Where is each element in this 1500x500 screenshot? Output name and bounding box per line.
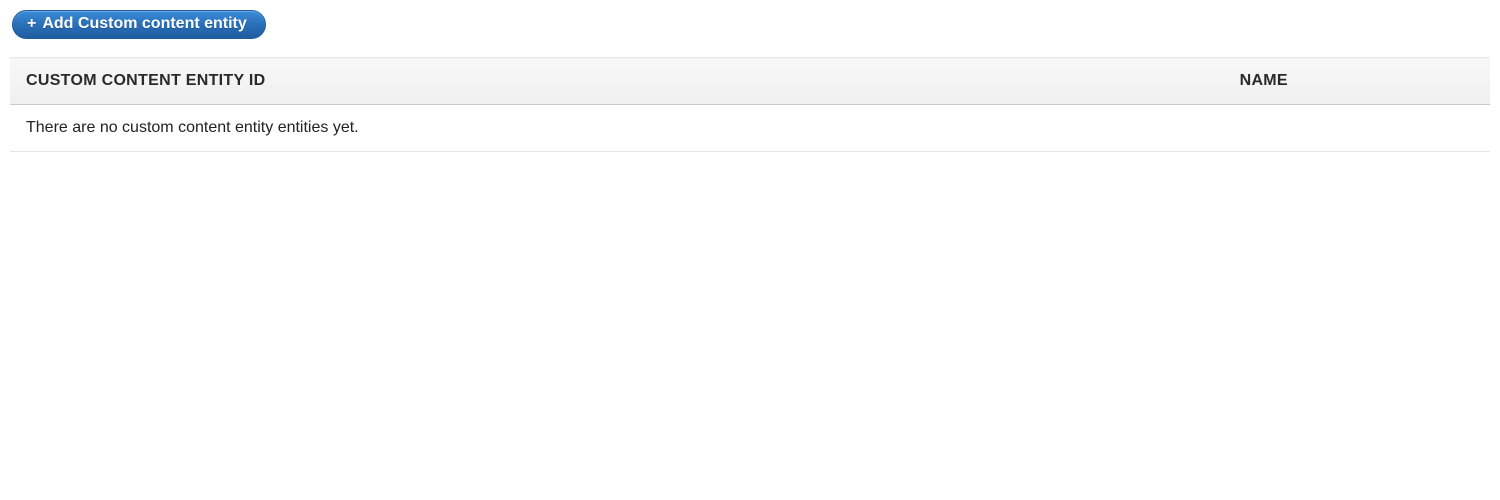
add-custom-content-entity-button[interactable]: + Add Custom content entity: [12, 10, 266, 39]
table-empty-row: There are no custom content entity entit…: [10, 105, 1490, 152]
plus-icon: +: [27, 15, 36, 33]
column-header-name[interactable]: Name: [1224, 58, 1490, 105]
add-button-label: Add Custom content entity: [42, 15, 246, 33]
column-header-id[interactable]: Custom content entity ID: [10, 58, 1224, 105]
entity-listing-table: Custom content entity ID Name There are …: [10, 57, 1490, 152]
empty-message: There are no custom content entity entit…: [10, 105, 1490, 152]
table-header-row: Custom content entity ID Name: [10, 58, 1490, 105]
